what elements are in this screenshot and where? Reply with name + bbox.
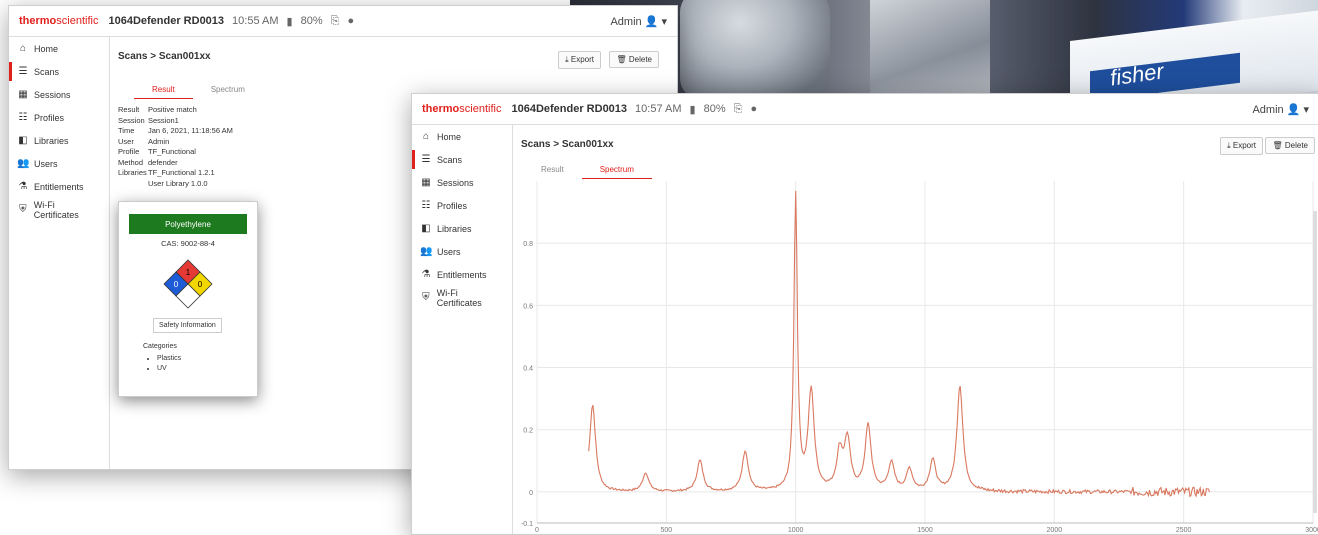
nfpa-flammability: 1 <box>186 268 191 277</box>
y-tick-label: 0.6 <box>523 303 533 310</box>
info-icon[interactable]: ● <box>347 15 354 27</box>
cas-number: CAS: 9002-88-4 <box>119 239 257 248</box>
category-item: Plastics <box>157 354 181 364</box>
info-icon[interactable]: ● <box>750 103 757 115</box>
sidebar-item-users[interactable]: 👥Users <box>412 240 512 263</box>
flask-icon: ⚗ <box>17 181 29 192</box>
grid-icon: ▦ <box>420 177 432 188</box>
y-tick-label: 0.2 <box>523 428 533 435</box>
grid-icon: ▦ <box>17 89 29 100</box>
nfpa-diamond-icon: 1 0 0 <box>119 254 257 314</box>
nfpa-reactivity: 0 <box>198 280 203 289</box>
book-icon: ◧ <box>17 135 29 146</box>
category-item: UV <box>157 364 181 374</box>
battery-icon: ▮ <box>690 103 696 116</box>
user-icon: 👤 <box>1287 104 1301 116</box>
y-tick-label: 0.8 <box>523 241 533 248</box>
sidebar-item-profiles[interactable]: ☷Profiles <box>412 194 512 217</box>
breadcrumb[interactable]: Scans > Scan001xx <box>521 139 614 150</box>
spectrum-chart[interactable]: 050010001500200025003000-0.100.20.40.60.… <box>513 175 1318 534</box>
breadcrumb[interactable]: Scans > Scan001xx <box>118 51 211 62</box>
users-icon: 👥 <box>17 158 29 169</box>
main-content: Scans > Scan001xx ⤓ Export 🗑 Delete Resu… <box>513 125 1318 534</box>
safety-information-button[interactable]: Safety Information <box>153 318 222 333</box>
sidebar-item-wifi-certificates[interactable]: ⛨Wi-Fi Certificates <box>9 198 109 221</box>
y-tick-label: 0.4 <box>523 366 533 373</box>
spectrum-line <box>589 191 1210 497</box>
bag-image <box>870 0 990 100</box>
sidebar-item-users[interactable]: 👥Users <box>9 152 109 175</box>
delete-button[interactable]: 🗑 Delete <box>1265 137 1315 154</box>
sidebar-item-scans[interactable]: ☰Scans <box>412 148 512 171</box>
thermo-logo: thermoscientific <box>422 103 501 115</box>
shield-icon: ⛨ <box>420 292 432 303</box>
top-bar: thermoscientific 1064Defender RD0013 10:… <box>9 6 677 37</box>
categories-label: Categories <box>143 342 181 352</box>
sidebar-item-home[interactable]: ⌂Home <box>9 37 109 60</box>
sidebar-item-libraries[interactable]: ◧Libraries <box>412 217 512 240</box>
user-menu[interactable]: Admin 👤 ▾ <box>610 15 667 28</box>
spectrum-plot[interactable]: 050010001500200025003000-0.100.20.40.60.… <box>513 175 1318 534</box>
sliders-icon: ☷ <box>17 112 29 123</box>
compound-popup: Polyethylene CAS: 9002-88-4 1 0 0 Safety… <box>118 201 258 397</box>
device-name: 1064Defender RD0013 <box>511 103 627 115</box>
delete-button[interactable]: 🗑 Delete <box>609 51 659 68</box>
battery-icon: ▮ <box>287 15 293 28</box>
user-icon: 👤 <box>645 16 659 28</box>
sidebar-item-scans[interactable]: ☰Scans <box>9 60 109 83</box>
top-bar: thermoscientific 1064Defender RD0013 10:… <box>412 94 1318 125</box>
sidebar-item-profiles[interactable]: ☷Profiles <box>9 106 109 129</box>
battery-level: 80% <box>301 15 323 27</box>
users-icon: 👥 <box>420 246 432 257</box>
sidebar-item-entitlements[interactable]: ⚗Entitlements <box>412 263 512 286</box>
sidebar-item-libraries[interactable]: ◧Libraries <box>9 129 109 152</box>
battery-level: 80% <box>704 103 726 115</box>
clipboard-icon: ⎘ <box>734 103 743 116</box>
result-details: ResultPositive match SessionSession1 Tim… <box>118 105 233 189</box>
sidebar-item-wifi-certificates[interactable]: ⛨Wi-Fi Certificates <box>412 286 512 309</box>
list-icon: ☰ <box>17 66 29 77</box>
spectrum-window: thermoscientific 1064Defender RD0013 10:… <box>411 93 1318 535</box>
y-tick-label: 0 <box>529 490 533 497</box>
tab-spectrum[interactable]: Spectrum <box>193 81 263 99</box>
thermo-logo: thermoscientific <box>19 15 98 27</box>
nfpa-health: 0 <box>174 280 179 289</box>
scrollbar <box>1313 211 1317 513</box>
sidebar-item-home[interactable]: ⌂Home <box>412 125 512 148</box>
user-menu[interactable]: Admin 👤 ▾ <box>1252 103 1309 116</box>
home-icon: ⌂ <box>420 131 432 142</box>
export-button[interactable]: ⤓ Export <box>558 51 601 69</box>
sidebar-item-entitlements[interactable]: ⚗Entitlements <box>9 175 109 198</box>
home-icon: ⌂ <box>17 43 29 54</box>
export-button[interactable]: ⤓ Export <box>1220 137 1263 155</box>
compound-name[interactable]: Polyethylene <box>129 214 247 234</box>
time-display: 10:55 AM <box>232 15 278 27</box>
sidebar: ⌂Home ☰Scans ▦Sessions ☷Profiles ◧Librar… <box>412 125 513 534</box>
device-name: 1064Defender RD0013 <box>108 15 224 27</box>
sidebar: ⌂Home ☰Scans ▦Sessions ☷Profiles ◧Librar… <box>9 37 110 469</box>
shield-icon: ⛨ <box>17 204 29 215</box>
sidebar-item-sessions[interactable]: ▦Sessions <box>9 83 109 106</box>
time-display: 10:57 AM <box>635 103 681 115</box>
flask-icon: ⚗ <box>420 269 432 280</box>
jar-image <box>680 0 830 100</box>
sidebar-item-sessions[interactable]: ▦Sessions <box>412 171 512 194</box>
y-tick-label: -0.1 <box>521 521 533 528</box>
book-icon: ◧ <box>420 223 432 234</box>
clipboard-icon: ⎘ <box>331 15 340 28</box>
list-icon: ☰ <box>420 154 432 165</box>
tab-result[interactable]: Result <box>134 81 193 99</box>
sliders-icon: ☷ <box>420 200 432 211</box>
categories: Categories Plastics UV <box>143 342 181 374</box>
